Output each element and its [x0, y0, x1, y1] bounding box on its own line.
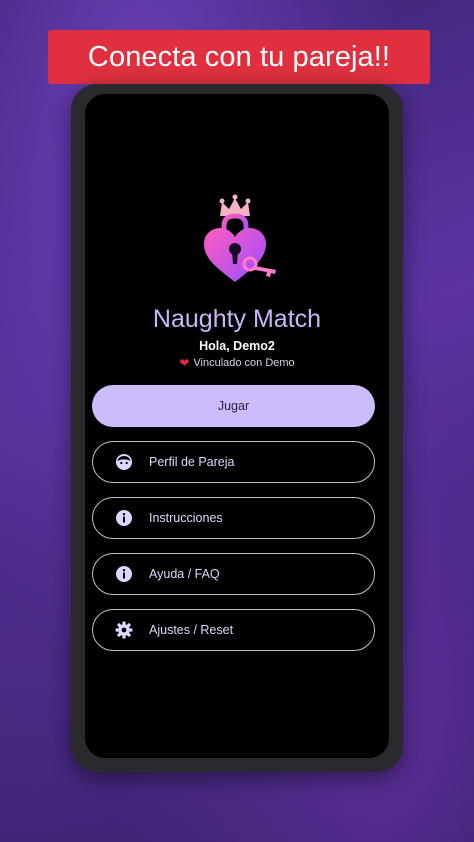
- heart-icon: ❤: [179, 356, 190, 370]
- settings-reset-button[interactable]: Ajustes / Reset: [92, 609, 375, 651]
- settings-reset-label: Ajustes / Reset: [149, 623, 234, 637]
- help-faq-label: Ayuda / FAQ: [149, 567, 220, 581]
- heart-lock-logo-icon: [204, 194, 276, 282]
- play-button[interactable]: Jugar: [92, 385, 375, 427]
- partner-profile-label: Perfil de Pareja: [149, 455, 235, 469]
- play-button-label: Jugar: [217, 399, 250, 413]
- phone-frame: Naughty Match Hola, Demo2 ❤ Vinculado co…: [71, 84, 403, 772]
- instructions-button[interactable]: Instrucciones: [92, 497, 375, 539]
- linked-status: ❤ Vinculado con Demo: [85, 356, 389, 370]
- greeting-text: Hola, Demo2: [199, 339, 275, 353]
- info-icon: [115, 565, 133, 583]
- app-screen: Naughty Match Hola, Demo2 ❤ Vinculado co…: [85, 94, 389, 758]
- linked-status-text: Vinculado con Demo: [193, 357, 295, 369]
- partner-profile-button[interactable]: Perfil de Pareja: [92, 441, 375, 483]
- info-icon: [115, 509, 133, 527]
- instructions-label: Instrucciones: [149, 511, 223, 525]
- face-icon: [115, 453, 133, 471]
- gear-icon: [115, 621, 133, 639]
- app-title: Naughty Match: [152, 305, 322, 333]
- promo-banner-text: Conecta con tu pareja!!: [87, 40, 391, 73]
- help-faq-button[interactable]: Ayuda / FAQ: [92, 553, 375, 595]
- promo-banner: Conecta con tu pareja!!: [48, 30, 430, 84]
